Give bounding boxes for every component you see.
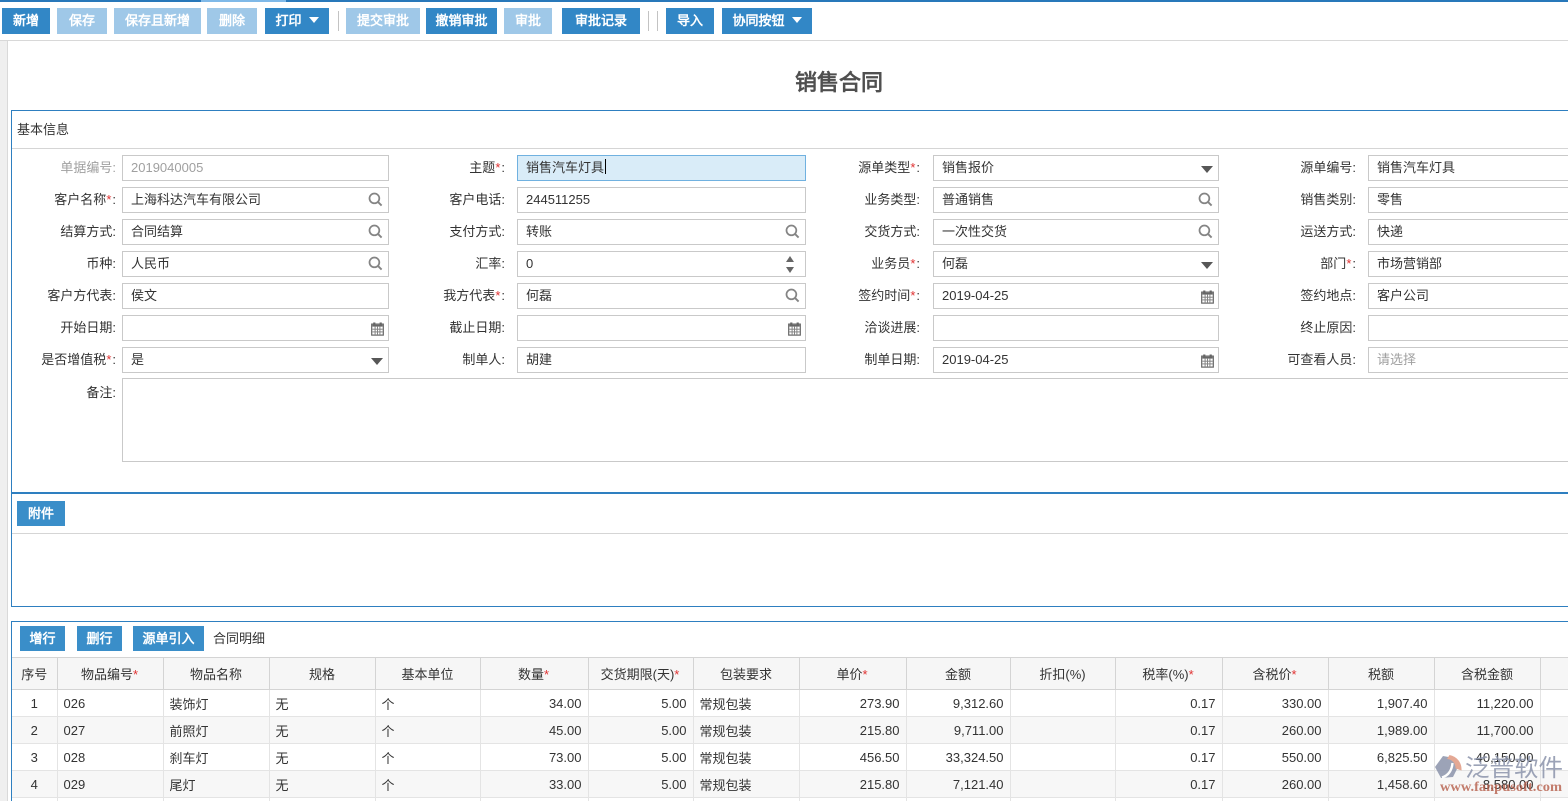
svg-text:www.fanpusoft.com: www.fanpusoft.com <box>1440 779 1563 794</box>
svg-text:泛普软件: 泛普软件 <box>1465 755 1563 782</box>
